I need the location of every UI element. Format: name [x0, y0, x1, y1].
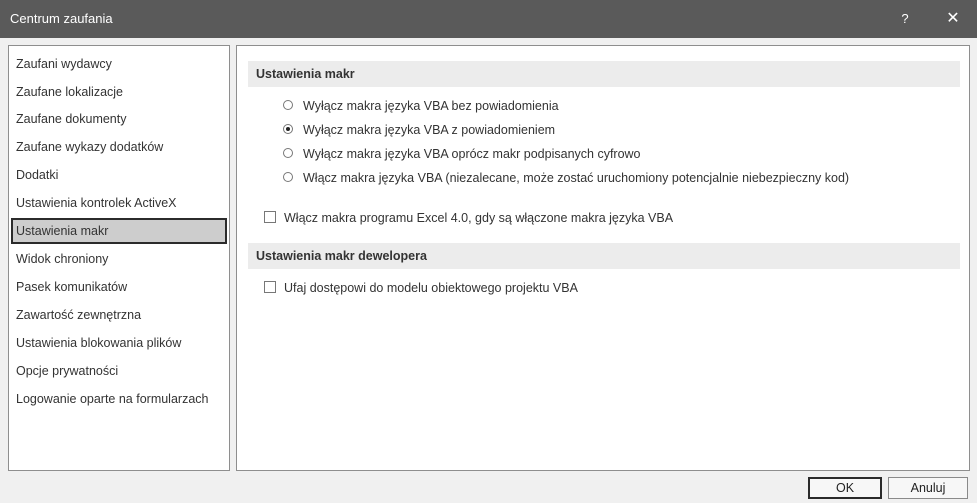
radio-label: Wyłącz makra języka VBA bez powiadomieni… — [303, 99, 559, 113]
radio-button[interactable] — [283, 100, 293, 110]
radio-label: Włącz makra języka VBA (niezalecane, moż… — [303, 171, 850, 185]
checkbox-label: Włącz makra programu Excel 4.0, gdy są w… — [284, 211, 674, 225]
radio-label: Wyłącz makra języka VBA oprócz makr podp… — [303, 147, 641, 161]
radio-button[interactable] — [283, 148, 293, 158]
title-bar: Centrum zaufania ? ✕ — [0, 0, 977, 38]
nav-item-trusted-documents[interactable]: Zaufane dokumenty — [11, 106, 227, 132]
nav-item-activex-settings[interactable]: Ustawienia kontrolek ActiveX — [11, 190, 227, 216]
checkbox[interactable] — [264, 281, 276, 293]
macro-settings-heading: Ustawienia makr — [248, 61, 960, 87]
nav-item-message-bar[interactable]: Pasek komunikatów — [11, 274, 227, 300]
radio-button-selected[interactable] — [283, 124, 293, 134]
help-button[interactable]: ? — [890, 0, 920, 38]
nav-item-privacy-options[interactable]: Opcje prywatności — [11, 358, 227, 384]
trust-center-dialog: Centrum zaufania ? ✕ Zaufani wydawcy Zau… — [0, 0, 977, 503]
nav-item-file-block-settings[interactable]: Ustawienia blokowania plików — [11, 330, 227, 356]
ok-button[interactable]: OK — [808, 477, 882, 499]
nav-item-macro-settings[interactable]: Ustawienia makr — [11, 218, 227, 244]
checkbox[interactable] — [264, 211, 276, 223]
checkbox-label: Ufaj dostępowi do modelu obiektowego pro… — [284, 281, 578, 295]
nav-item-external-content[interactable]: Zawartość zewnętrzna — [11, 302, 227, 328]
cancel-button[interactable]: Anuluj — [888, 477, 968, 499]
developer-settings-heading: Ustawienia makr dewelopera — [248, 243, 960, 269]
dialog-title: Centrum zaufania — [10, 11, 113, 26]
category-list: Zaufani wydawcy Zaufane lokalizacje Zauf… — [8, 45, 230, 471]
radio-button[interactable] — [283, 172, 293, 182]
nav-item-form-based-signin[interactable]: Logowanie oparte na formularzach — [11, 386, 227, 412]
radio-label: Wyłącz makra języka VBA z powiadomieniem — [303, 123, 556, 137]
close-icon[interactable]: ✕ — [938, 0, 968, 38]
nav-item-protected-view[interactable]: Widok chroniony — [11, 246, 227, 272]
nav-item-trusted-publishers[interactable]: Zaufani wydawcy — [11, 51, 227, 77]
settings-panel: Ustawienia makr Wyłącz makra języka VBA … — [236, 45, 970, 471]
nav-item-trusted-addin-catalogs[interactable]: Zaufane wykazy dodatków — [11, 134, 227, 160]
nav-item-addins[interactable]: Dodatki — [11, 162, 227, 188]
nav-item-trusted-locations[interactable]: Zaufane lokalizacje — [11, 79, 227, 105]
